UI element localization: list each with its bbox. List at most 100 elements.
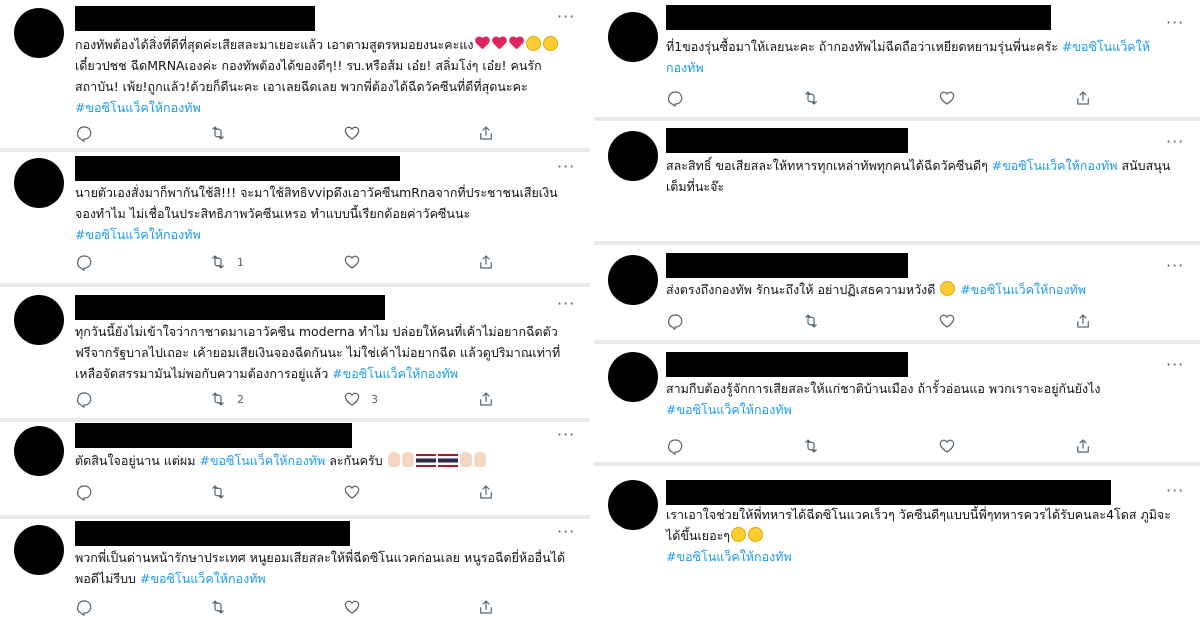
redacted-username [75,6,315,31]
like-button[interactable] [938,88,966,108]
hashtag-link[interactable]: #ขอซิโนแว็คให้กองทัพ [332,366,458,381]
more-icon[interactable]: ··· [557,524,575,540]
tweet[interactable]: ··· ส่งตรงถึงกองทัพ รักนะถึงให้ อย่าปฏิเ… [594,245,1200,340]
tweet[interactable]: ··· พวกพี่เป็นด่านหน้ารักษาประเทศ หนูยอม… [0,519,590,628]
like-icon [939,439,955,453]
share-button[interactable] [477,123,495,143]
reply-button[interactable] [75,597,103,617]
more-icon[interactable]: ··· [557,296,575,312]
tears-of-joy-emoji [940,281,956,296]
retweet-button[interactable] [802,311,830,331]
tweet[interactable]: ··· กองทัพต้องได้สิ่งที่ดีที่สุดค่ะเสียส… [0,0,590,148]
share-button[interactable] [477,252,495,272]
tweet-text: ส่งตรงถึงกองทัพ รักนะถึงให้ อย่าปฏิเสธคว… [666,279,1171,300]
like-button[interactable] [343,597,371,617]
tweet-actions [666,311,1096,331]
avatar[interactable] [14,295,64,345]
tweet-actions [75,482,505,502]
retweet-button[interactable] [209,123,237,143]
left-column: ··· กองทัพต้องได้สิ่งที่ดีที่สุดค่ะเสียส… [0,0,590,628]
peace-hand-emoji [459,452,472,467]
tweet-text: ทุกวันนี้ยังไม่เข้าใจว่ากาชาดมาเอาวัคซีน… [75,321,570,384]
tweet[interactable]: ··· ทุกวันนี้ยังไม่เข้าใจว่ากาชาดมาเอาวั… [0,287,590,418]
tweet[interactable]: ··· ที่1ของรุ่นซื้อมาให้เลยนะคะ ถ้ากองทั… [594,0,1200,117]
more-icon[interactable]: ··· [1166,258,1184,274]
reply-button[interactable] [75,123,103,143]
redacted-username [666,253,908,278]
more-icon[interactable]: ··· [1166,15,1184,31]
avatar[interactable] [14,158,64,208]
reply-button[interactable] [666,436,694,456]
heart-emoji [475,37,490,50]
peace-hand-emoji [473,452,486,467]
tweet[interactable]: ··· นายตัวเองสั่งมาก็พากันใช้สิ!!! จะมาใ… [0,152,590,283]
share-button[interactable] [1074,436,1092,456]
tweet[interactable]: ··· สามกีบต้องรู้จักการเสียสละให้แก่ชาติ… [594,344,1200,462]
hashtag-link[interactable]: #ขอซิโนแว็คให้กองทัพ [199,453,325,468]
avatar[interactable] [608,352,658,402]
more-icon[interactable]: ··· [557,9,575,25]
like-icon [344,600,360,614]
share-button[interactable] [477,482,495,502]
more-icon[interactable]: ··· [557,159,575,175]
thailand-flag-emoji [415,454,436,467]
tweet-body: สามกีบต้องรู้จักการเสียสละให้แก่ชาติบ้าน… [666,381,1101,396]
hashtag-link[interactable]: #ขอซิโนแว็คให้กองทัพ [140,571,266,586]
peace-hand-emoji [387,452,400,467]
like-icon [344,255,360,269]
hashtag-link[interactable]: #ขอซิโนแว็คให้กองทัพ [960,282,1086,297]
avatar[interactable] [608,255,658,305]
avatar[interactable] [608,131,658,181]
more-icon[interactable]: ··· [1166,357,1184,373]
hashtag-link[interactable]: #ขอซิโนแว็คให้กองทัพ [992,158,1118,173]
reply-icon [667,439,683,455]
hashtag-link[interactable]: #ขอซิโนแว็คให้กองทัพ [75,227,201,242]
avatar[interactable] [608,480,658,530]
share-button[interactable] [477,597,495,617]
tweet[interactable]: ··· เราเอาใจช่วยให้พี่ทหารได้ฉีดซิโนแวคเ… [594,466,1200,628]
avatar[interactable] [14,525,64,575]
avatar[interactable] [608,12,658,62]
hashtag-link[interactable]: #ขอซิโนแว็คให้กองทัพ [666,549,792,564]
redacted-username [75,295,385,320]
like-button[interactable] [938,311,966,331]
retweet-icon [805,91,817,105]
right-column: ··· ที่1ของรุ่นซื้อมาให้เลยนะคะ ถ้ากองทั… [594,0,1200,628]
tweet-text: กองทัพต้องได้สิ่งที่ดีที่สุดค่ะเสียสละมา… [75,34,570,118]
tweet[interactable]: ··· ตัดสินใจอยู่นาน แต่ผม #ขอซิโนแว็คให้… [0,422,590,515]
like-icon [939,314,955,328]
retweet-button[interactable]: 2 [209,389,244,409]
retweet-icon [212,392,224,406]
more-icon[interactable]: ··· [557,427,575,443]
hashtag-link[interactable]: #ขอซิโนแว็คให้กองทัพ [666,402,792,417]
retweet-icon [212,485,224,499]
redacted-username [75,423,352,448]
share-button[interactable] [1074,88,1092,108]
reply-button[interactable] [75,482,103,502]
retweet-button[interactable] [802,436,830,456]
reply-button[interactable] [666,88,694,108]
avatar[interactable] [14,8,64,58]
hashtag-link[interactable]: #ขอซิโนแว็คให้กองทัพ [75,100,201,115]
retweet-button[interactable] [209,482,237,502]
tweet-body: ตัดสินใจอยู่นาน แต่ผม [75,453,196,468]
avatar[interactable] [14,426,64,476]
more-icon[interactable]: ··· [1166,483,1184,499]
like-button[interactable]: 3 [343,389,378,409]
tweet-actions [666,88,1096,108]
like-button[interactable] [343,252,371,272]
reply-button[interactable] [75,252,103,272]
like-button[interactable] [343,482,371,502]
redacted-username [75,156,400,181]
retweet-button[interactable] [802,88,830,108]
like-button[interactable] [938,436,966,456]
retweet-button[interactable]: 1 [209,252,244,272]
tweet[interactable]: ··· สละสิทธิ์ ขอเสียสละให้ทหารทุกเหล่าทั… [594,121,1200,241]
like-button[interactable] [343,123,371,143]
retweet-button[interactable] [209,597,237,617]
reply-button[interactable] [666,311,694,331]
reply-button[interactable] [75,389,103,409]
share-button[interactable] [477,389,495,409]
share-button[interactable] [1074,311,1092,331]
more-icon[interactable]: ··· [1166,134,1184,150]
